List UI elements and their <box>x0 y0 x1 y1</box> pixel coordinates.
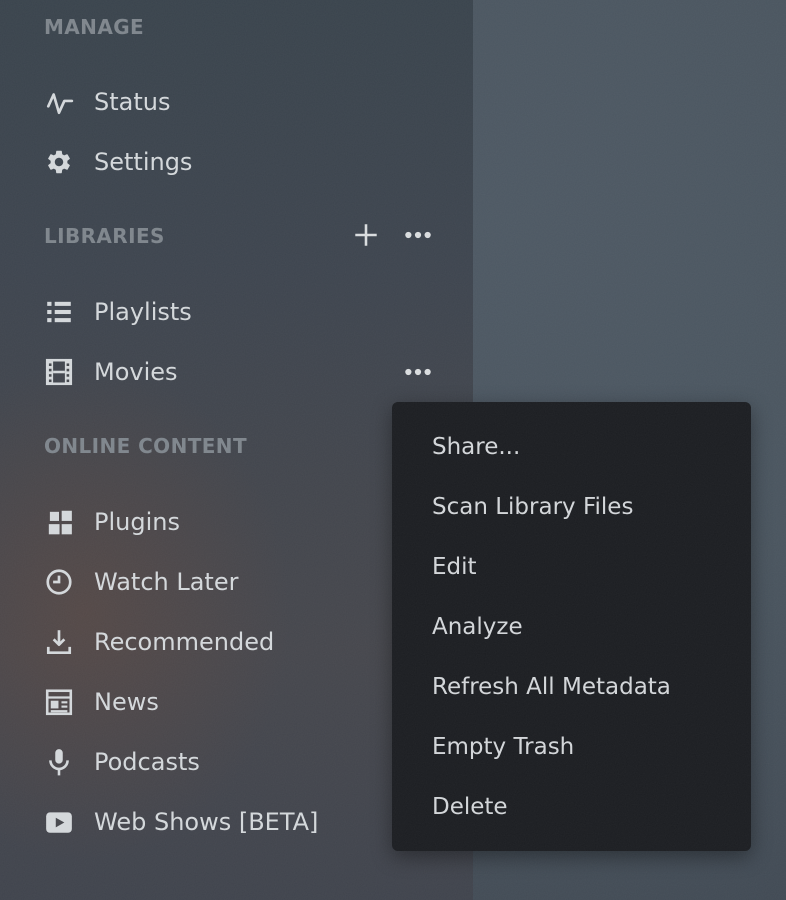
sidebar-item-label: Podcasts <box>94 748 200 776</box>
sidebar-item-label: Watch Later <box>94 568 238 596</box>
section-header-manage: MANAGE <box>44 15 144 39</box>
film-icon <box>44 357 74 387</box>
plus-icon <box>351 220 381 250</box>
sidebar-item-label: Recommended <box>94 628 274 656</box>
menu-item-empty-trash[interactable]: Empty Trash <box>392 717 751 777</box>
activity-icon <box>44 87 74 117</box>
menu-item-analyze[interactable]: Analyze <box>392 597 751 657</box>
sidebar-item-playlists[interactable]: Playlists <box>44 282 192 342</box>
sidebar-item-settings[interactable]: Settings <box>44 132 192 192</box>
sidebar-item-news[interactable]: News <box>44 672 159 732</box>
sidebar-item-movies[interactable]: Movies <box>44 342 178 402</box>
menu-item-share[interactable]: Share... <box>392 417 751 477</box>
gear-icon <box>44 147 74 177</box>
microphone-icon <box>44 747 74 777</box>
context-menu: Share... Scan Library Files Edit Analyze… <box>392 402 751 851</box>
sidebar-item-label: Movies <box>94 358 178 386</box>
sidebar-item-status[interactable]: Status <box>44 72 170 132</box>
clock-icon <box>44 567 74 597</box>
sidebar-item-label: News <box>94 688 159 716</box>
sidebar-item-plugins[interactable]: Plugins <box>44 492 180 552</box>
sidebar-item-label: Playlists <box>94 298 192 326</box>
sidebar-item-podcasts[interactable]: Podcasts <box>44 732 200 792</box>
sidebar-item-recommended[interactable]: Recommended <box>44 612 274 672</box>
play-icon <box>44 807 74 837</box>
grid-icon <box>44 507 74 537</box>
ellipsis-icon <box>403 357 433 387</box>
sidebar-item-web-shows[interactable]: Web Shows [BETA] <box>44 792 318 852</box>
sidebar-item-label: Web Shows [BETA] <box>94 808 318 836</box>
download-icon <box>44 627 74 657</box>
libraries-more-button[interactable] <box>400 217 436 253</box>
newspaper-icon <box>44 687 74 717</box>
sidebar-item-watch-later[interactable]: Watch Later <box>44 552 238 612</box>
sidebar-item-label: Plugins <box>94 508 180 536</box>
section-header-online-content: ONLINE CONTENT <box>44 434 247 458</box>
playlist-icon <box>44 297 74 327</box>
ellipsis-icon <box>403 220 433 250</box>
menu-item-edit[interactable]: Edit <box>392 537 751 597</box>
sidebar-item-label: Status <box>94 88 170 116</box>
sidebar-item-label: Settings <box>94 148 192 176</box>
movies-more-button[interactable] <box>400 354 436 390</box>
menu-item-refresh-all-metadata[interactable]: Refresh All Metadata <box>392 657 751 717</box>
menu-item-delete[interactable]: Delete <box>392 777 751 837</box>
menu-item-scan-library-files[interactable]: Scan Library Files <box>392 477 751 537</box>
section-header-libraries: LIBRARIES <box>44 224 165 248</box>
add-library-button[interactable] <box>348 217 384 253</box>
